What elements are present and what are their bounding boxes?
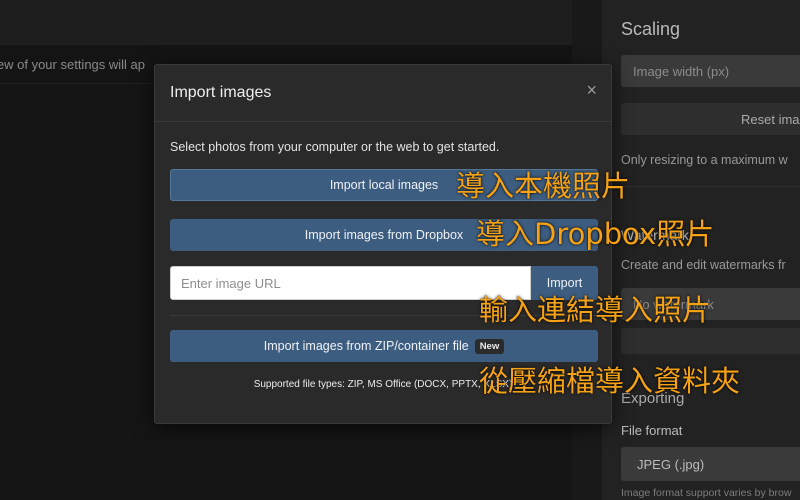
- annotation-url: 輸入連結導入照片: [479, 293, 712, 327]
- new-badge: New: [474, 338, 505, 354]
- import-zip-button[interactable]: Import images from ZIP/container file Ne…: [170, 330, 598, 362]
- annotation-local: 導入本機照片: [456, 169, 631, 203]
- watermark-description: Create and edit watermarks fr: [621, 258, 786, 272]
- dialog-header: Import images ×: [155, 65, 611, 122]
- watermark-edit-button[interactable]: [621, 328, 800, 354]
- annotation-zip: 從壓縮檔導入資料夾: [479, 364, 741, 398]
- image-url-input[interactable]: [170, 266, 531, 300]
- preview-notice-text: iew of your settings will ap: [0, 57, 146, 72]
- close-icon[interactable]: ×: [586, 80, 597, 100]
- dialog-title: Import images: [170, 84, 272, 101]
- import-zip-label: Import images from ZIP/container file: [263, 339, 469, 353]
- resize-note: Only resizing to a maximum w: [621, 153, 788, 167]
- reset-image-button[interactable]: Reset imag: [621, 103, 800, 135]
- app-topbar: [0, 0, 572, 44]
- scaling-title: Scaling: [621, 19, 681, 39]
- dialog-intro: Select photos from your computer or the …: [170, 140, 500, 154]
- format-support-note: Image format support varies by brow: [621, 487, 792, 499]
- annotation-dropbox: 導入Dropbox照片: [476, 217, 715, 251]
- file-format-label: File format: [621, 423, 683, 438]
- image-width-input[interactable]: Image width (px): [621, 55, 800, 87]
- panel-separator: [602, 186, 800, 187]
- file-format-select[interactable]: JPEG (.jpg): [621, 447, 800, 481]
